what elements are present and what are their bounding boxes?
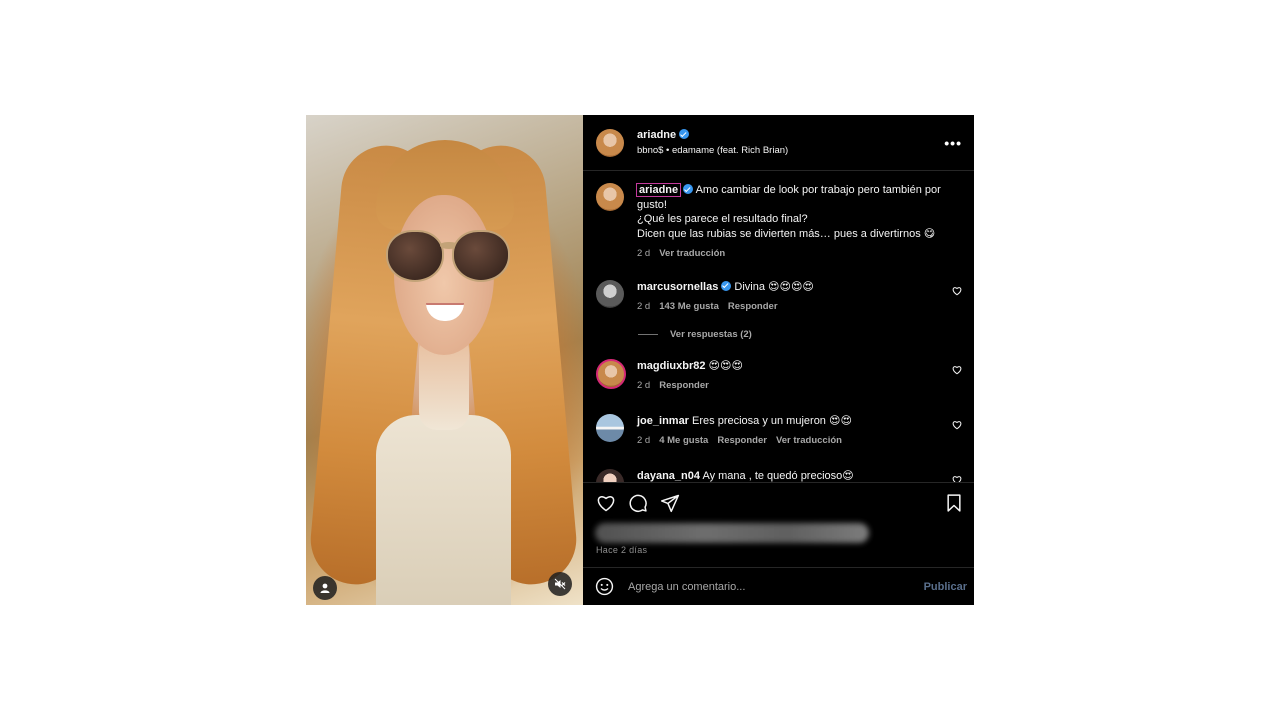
commenter-avatar[interactable]: [596, 279, 624, 308]
bookmark-icon[interactable]: [944, 493, 964, 513]
audio-track-link[interactable]: bbno$ • edamame (feat. Rich Brian): [637, 143, 944, 159]
heart-icon[interactable]: [596, 493, 616, 513]
caption-row: ariadne Amo cambiar de look por trabajo …: [596, 183, 962, 262]
caption-text-line2: ¿Qué les parece el resultado final?: [637, 213, 808, 225]
user-icon: [320, 583, 330, 593]
caption-time: 2 d: [637, 248, 651, 259]
commenter-username[interactable]: magdiuxbr82: [637, 360, 705, 372]
more-options-button[interactable]: •••: [944, 135, 962, 151]
post-actions-bar: [583, 483, 974, 523]
media-sunglasses: [386, 230, 510, 285]
caption-avatar[interactable]: [596, 183, 624, 211]
view-replies-button[interactable]: Ver respuestas (2): [638, 329, 962, 340]
author-username[interactable]: ariadne: [637, 129, 676, 141]
comment-time: 2 d: [637, 301, 651, 312]
post-date: Hace 2 días: [596, 545, 648, 555]
comment-translate-link[interactable]: Ver traducción: [776, 435, 842, 446]
verified-badge-icon: [721, 280, 732, 291]
commenter-username[interactable]: dayana_n04: [637, 470, 700, 482]
comment-time: 2 d: [637, 435, 651, 446]
mute-button[interactable]: [548, 572, 572, 596]
header-text: ariadne bbno$ • edamame (feat. Rich Bria…: [637, 126, 944, 159]
comment-time: 2 d: [637, 380, 651, 391]
add-comment-bar: Publicar: [583, 567, 974, 605]
commenter-avatar[interactable]: [596, 413, 624, 442]
verified-badge-icon: [683, 184, 694, 194]
reply-button[interactable]: Responder: [728, 301, 778, 312]
publish-button[interactable]: Publicar: [924, 581, 967, 593]
comments-list[interactable]: ariadne Amo cambiar de look por trabajo …: [583, 171, 974, 483]
author-avatar[interactable]: [596, 128, 624, 157]
comment-text: Divina 😍😍😍😍: [734, 280, 814, 293]
commenter-avatar[interactable]: [596, 358, 626, 389]
comment-input[interactable]: [626, 579, 924, 594]
comment-row: joe_inmar Eres preciosa y un mujeron 😍😍 …: [596, 413, 962, 449]
post-side-panel: ariadne bbno$ • edamame (feat. Rich Bria…: [583, 115, 974, 605]
like-comment-heart-icon[interactable]: [952, 365, 962, 375]
comment-text: Eres preciosa y un mujeron 😍😍: [692, 414, 852, 427]
comment-likes[interactable]: 143 Me gusta: [659, 301, 719, 312]
post-header: ariadne bbno$ • edamame (feat. Rich Bria…: [583, 115, 974, 171]
reply-button[interactable]: Responder: [717, 435, 767, 446]
emoji-icon[interactable]: [595, 577, 614, 596]
like-comment-heart-icon[interactable]: [952, 286, 962, 296]
speaker-muted-icon: [554, 578, 566, 590]
comment-text: 😍😍😍: [708, 359, 743, 372]
media-sweater: [376, 415, 511, 605]
comment-text: Ay mana , te quedó precioso😍: [702, 469, 854, 482]
comment-likes[interactable]: 4 Me gusta: [659, 435, 708, 446]
caption-text-line3: Dicen que las rubias se divierten más… p…: [637, 227, 936, 240]
likes-summary-blurred[interactable]: [595, 523, 869, 543]
comment-row: dayana_n04 Ay mana , te quedó precioso😍: [596, 468, 962, 484]
caption-username[interactable]: ariadne: [635, 183, 682, 197]
post-media-video[interactable]: [306, 115, 583, 605]
comment-bubble-icon[interactable]: [628, 493, 648, 513]
comment-row: marcusornellas Divina 😍😍😍😍 2 d 143 Me gus…: [596, 279, 962, 315]
commenter-username[interactable]: joe_inmar: [637, 415, 689, 427]
reply-button[interactable]: Responder: [659, 380, 709, 391]
like-comment-heart-icon[interactable]: [952, 420, 962, 430]
comment-row: magdiuxbr82 😍😍😍 2 d Responder: [596, 358, 962, 394]
commenter-avatar[interactable]: [596, 468, 624, 482]
commenter-username[interactable]: marcusornellas: [637, 281, 718, 293]
instagram-post: ariadne bbno$ • edamame (feat. Rich Bria…: [306, 115, 974, 605]
like-comment-heart-icon[interactable]: [952, 475, 962, 484]
verified-badge-icon: [679, 129, 690, 139]
caption-translate-link[interactable]: Ver traducción: [659, 248, 725, 259]
share-paper-plane-icon[interactable]: [660, 493, 680, 513]
tagged-users-button[interactable]: [313, 576, 337, 600]
